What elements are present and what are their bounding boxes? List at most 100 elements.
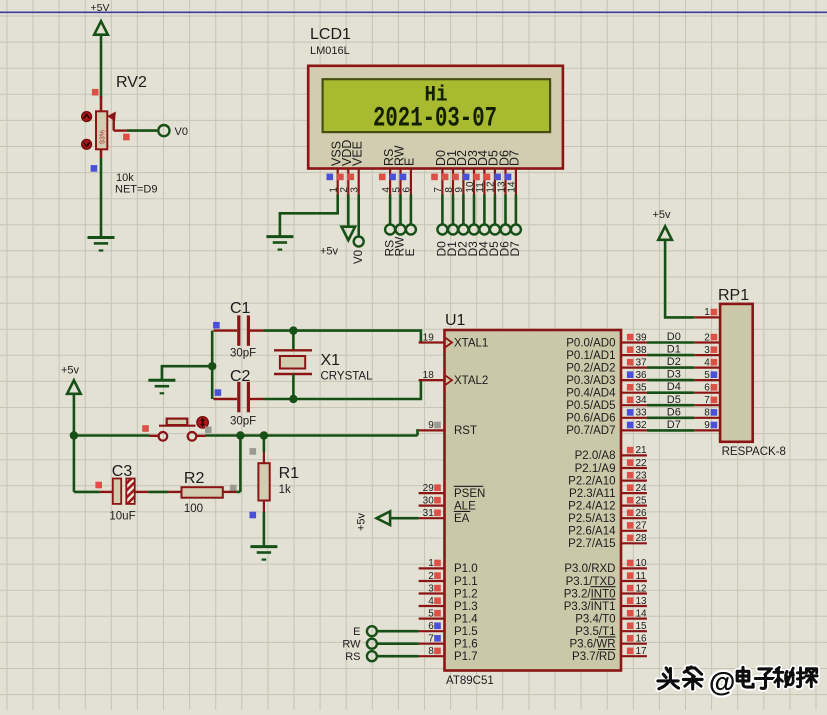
- svg-text:9: 9: [704, 420, 710, 431]
- svg-text:30: 30: [423, 495, 435, 506]
- svg-text:LCD1: LCD1: [310, 26, 351, 43]
- svg-text:P2.3/A11: P2.3/A11: [569, 488, 615, 500]
- svg-text:10: 10: [465, 181, 476, 193]
- svg-text:R2: R2: [184, 470, 205, 487]
- svg-text:PSEN: PSEN: [454, 488, 485, 500]
- svg-text:17: 17: [636, 646, 648, 657]
- svg-text:RW: RW: [342, 639, 361, 651]
- svg-text:13: 13: [636, 596, 648, 607]
- svg-text:3: 3: [350, 187, 361, 193]
- svg-text:P1.5: P1.5: [454, 626, 478, 638]
- svg-text:LM016L: LM016L: [310, 45, 350, 57]
- svg-text:V0: V0: [353, 250, 365, 264]
- svg-text:22: 22: [636, 458, 648, 469]
- svg-text:15: 15: [636, 621, 648, 632]
- svg-text:E: E: [403, 248, 417, 256]
- svg-text:P0.3/AD3: P0.3/AD3: [566, 375, 615, 387]
- svg-text:12: 12: [486, 181, 497, 193]
- svg-text:7: 7: [433, 187, 444, 193]
- svg-text:P0.7/AD7: P0.7/AD7: [566, 425, 615, 437]
- svg-text:R1: R1: [279, 465, 300, 482]
- svg-text:D7: D7: [667, 419, 681, 431]
- svg-text:P2.4/A12: P2.4/A12: [568, 500, 615, 512]
- svg-text:21: 21: [636, 445, 648, 456]
- svg-text:P1.2: P1.2: [454, 588, 478, 600]
- svg-text:6: 6: [402, 187, 413, 193]
- svg-text:C1: C1: [230, 300, 251, 317]
- svg-text:18: 18: [423, 370, 435, 381]
- svg-text:2: 2: [704, 332, 710, 343]
- svg-text:5: 5: [704, 370, 710, 381]
- svg-text:E: E: [403, 158, 417, 166]
- svg-text:+5V: +5V: [91, 2, 110, 14]
- svg-text:10: 10: [636, 558, 648, 569]
- svg-text:RV2: RV2: [116, 74, 147, 91]
- svg-text:1k: 1k: [279, 484, 291, 496]
- svg-text:C2: C2: [230, 368, 251, 385]
- svg-text:P2.7/A15: P2.7/A15: [568, 538, 615, 550]
- svg-text:P3.0/RXD: P3.0/RXD: [564, 563, 615, 575]
- svg-text:P3.2/INT0: P3.2/INT0: [564, 588, 616, 600]
- svg-text:EA: EA: [454, 513, 470, 525]
- svg-text:1: 1: [704, 307, 710, 318]
- svg-text:ALE: ALE: [454, 500, 476, 512]
- svg-text:D2: D2: [667, 356, 681, 368]
- svg-text:4: 4: [428, 596, 434, 607]
- svg-text:VEE: VEE: [351, 141, 365, 166]
- svg-text:@: @: [709, 667, 735, 697]
- svg-text:U1: U1: [445, 312, 466, 329]
- svg-text:27: 27: [636, 521, 648, 532]
- svg-text:7: 7: [428, 634, 434, 645]
- svg-text:25: 25: [636, 495, 648, 506]
- svg-text:9: 9: [428, 420, 434, 431]
- svg-text:D1: D1: [667, 344, 681, 356]
- svg-text:RS: RS: [345, 651, 360, 663]
- svg-text:+5v: +5v: [61, 365, 80, 377]
- svg-text:P3.6/WR: P3.6/WR: [569, 639, 615, 651]
- svg-text:34: 34: [636, 395, 648, 406]
- svg-text:3: 3: [428, 583, 434, 594]
- svg-text:P0.0/AD0: P0.0/AD0: [566, 337, 615, 349]
- svg-text:8: 8: [428, 646, 434, 657]
- svg-text:P1.7: P1.7: [454, 651, 478, 663]
- svg-text:12: 12: [636, 583, 648, 594]
- svg-text:9: 9: [454, 187, 465, 193]
- svg-text:D0: D0: [667, 331, 681, 343]
- svg-text:39: 39: [636, 332, 648, 343]
- svg-text:33: 33: [636, 408, 648, 419]
- svg-text:3: 3: [704, 345, 710, 356]
- svg-text:P2.5/A13: P2.5/A13: [568, 513, 615, 525]
- svg-text:10k: 10k: [116, 172, 134, 184]
- svg-text:P0.5/AD5: P0.5/AD5: [566, 400, 615, 412]
- svg-text:P1.4: P1.4: [454, 613, 478, 625]
- svg-text:31: 31: [423, 508, 435, 519]
- svg-text:P3.1/TXD: P3.1/TXD: [566, 576, 616, 588]
- svg-text:8: 8: [704, 408, 710, 419]
- svg-text:D3: D3: [667, 369, 681, 381]
- svg-text:P0.1/AD1: P0.1/AD1: [566, 350, 615, 362]
- svg-text:38: 38: [636, 345, 648, 356]
- svg-text:XTAL1: XTAL1: [454, 337, 488, 349]
- svg-text:8: 8: [444, 187, 455, 193]
- svg-text:26: 26: [636, 508, 648, 519]
- svg-text:28: 28: [636, 533, 648, 544]
- svg-text:P3.7/RD: P3.7/RD: [572, 651, 615, 663]
- svg-text:37: 37: [636, 357, 648, 368]
- svg-text:2021-03-07: 2021-03-07: [373, 104, 497, 135]
- svg-text:14: 14: [507, 181, 518, 193]
- svg-text:2: 2: [339, 187, 350, 193]
- svg-text:P2.2/A10: P2.2/A10: [568, 475, 615, 487]
- svg-text:P3.3/INT1: P3.3/INT1: [564, 601, 616, 613]
- svg-text:+5v: +5v: [356, 512, 368, 531]
- svg-text:P2.0/A8: P2.0/A8: [575, 450, 616, 462]
- svg-text:P1.0: P1.0: [454, 563, 478, 575]
- svg-text:X1: X1: [321, 352, 341, 369]
- svg-text:P1.3: P1.3: [454, 601, 478, 613]
- svg-text:RST: RST: [454, 425, 477, 437]
- svg-text:93%: 93%: [100, 130, 107, 144]
- svg-text:P1.1: P1.1: [454, 576, 478, 588]
- svg-text:P3.5/T1: P3.5/T1: [575, 626, 615, 638]
- svg-text:D7: D7: [508, 241, 522, 257]
- svg-text:14: 14: [636, 608, 648, 619]
- svg-text:P0.6/AD6: P0.6/AD6: [566, 413, 615, 425]
